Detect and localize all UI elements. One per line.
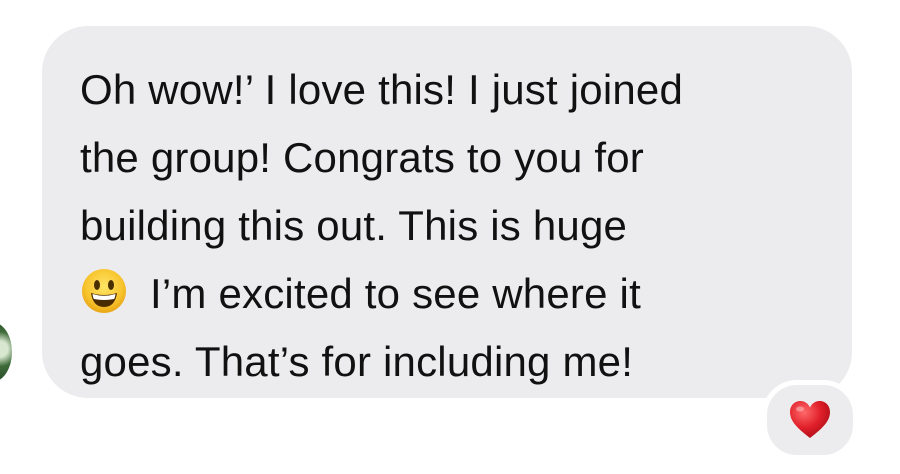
sender-avatar[interactable] bbox=[0, 322, 12, 382]
smiling-face-emoji-icon bbox=[82, 269, 126, 313]
message-line-4: I’m excited to see where it bbox=[80, 260, 812, 328]
message-line-3: building this out. This is huge bbox=[80, 202, 628, 249]
red-heart-icon bbox=[790, 401, 830, 438]
message-line-5: goes. That’s for including me! bbox=[80, 338, 634, 385]
message-line-1: Oh wow!’ I love this! I just joined bbox=[80, 66, 684, 113]
message-line-4-text: I’m excited to see where it bbox=[150, 270, 641, 317]
message-bubble[interactable]: Oh wow!’ I love this! I just joined the … bbox=[42, 26, 852, 398]
message-line-2: the group! Congrats to you for bbox=[80, 134, 644, 181]
heart-reaction[interactable] bbox=[762, 380, 858, 460]
